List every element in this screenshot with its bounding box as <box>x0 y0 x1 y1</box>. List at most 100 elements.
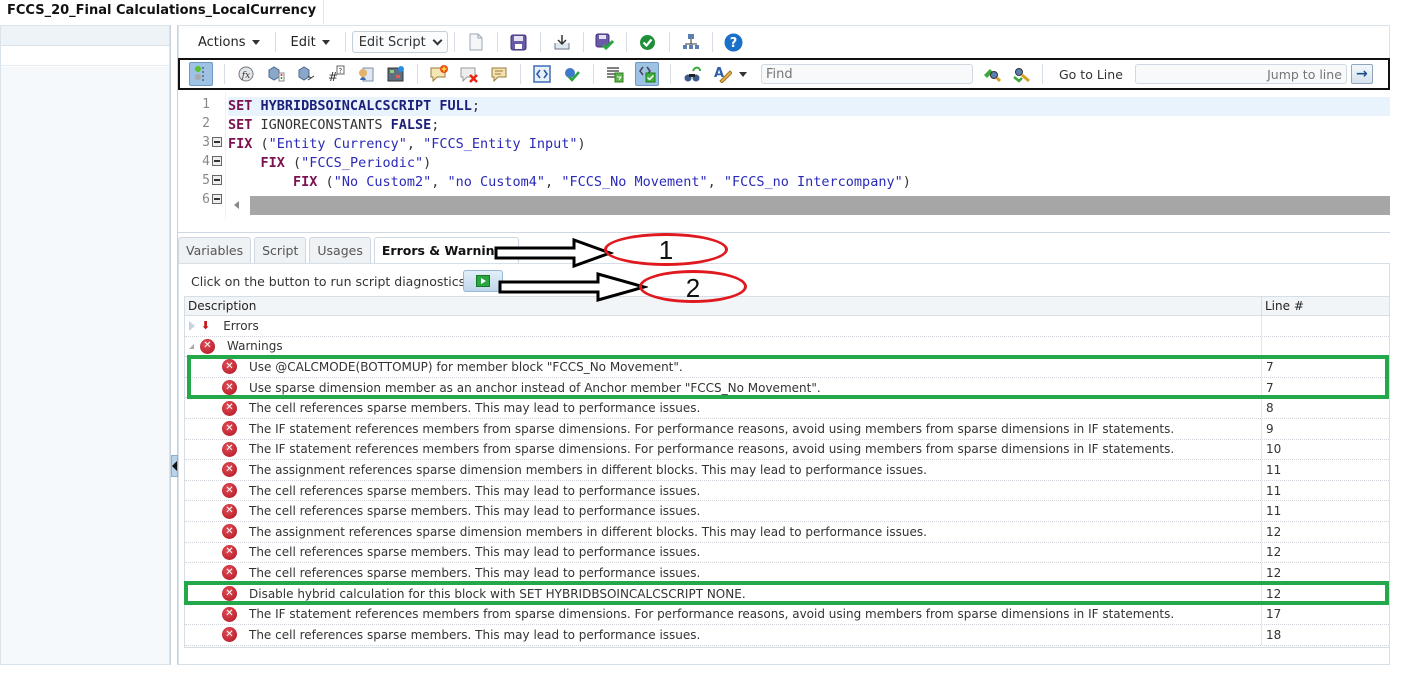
tab-script[interactable]: Script <box>254 237 307 263</box>
group-row-errors[interactable]: ⬇ Errors <box>185 316 1389 337</box>
run-diagnostics-button[interactable] <box>463 270 503 292</box>
warning-row[interactable]: ✕ The cell references sparse members. Thi… <box>185 501 1389 522</box>
string: "FCCS_Entity Input" <box>423 136 578 152</box>
warning-description: The IF statement references members from… <box>249 421 1175 436</box>
new-document-icon[interactable] <box>466 32 486 52</box>
help-icon[interactable]: ? <box>724 32 744 52</box>
download-icon[interactable] <box>552 32 572 52</box>
warning-description: The cell references sparse members. This… <box>249 504 701 519</box>
tab-usages[interactable]: Usages <box>309 237 371 263</box>
separator <box>224 64 225 84</box>
find-previous-icon[interactable] <box>1011 64 1031 84</box>
window-title-tab[interactable]: FCCS_20_Final Calculations_LocalCurrency <box>0 0 325 24</box>
warning-row[interactable]: ✕ The cell references sparse members. Thi… <box>185 480 1389 502</box>
warning-row[interactable]: ✕ The IF statement references members fro… <box>185 604 1389 625</box>
comment-icon[interactable] <box>489 64 509 84</box>
edit-script-select[interactable]: Edit Script <box>351 31 448 53</box>
warning-row[interactable]: ✕ The IF statement references members fro… <box>185 439 1389 461</box>
warning-row[interactable]: ✕ The assignment references sparse dimens… <box>185 460 1389 481</box>
fold-toggle-icon[interactable] <box>212 175 222 185</box>
fold-toggle-icon[interactable] <box>212 156 222 166</box>
save-validate-icon[interactable] <box>595 32 615 52</box>
warning-error-icon: ✕ <box>222 380 237 396</box>
validate-check-icon[interactable] <box>638 32 658 52</box>
go-to-line-label: Go to Line <box>1059 66 1123 82</box>
separator <box>496 32 498 52</box>
format-icon[interactable] <box>605 64 625 84</box>
warning-description: The assignment references sparse dimensi… <box>249 462 927 477</box>
line-number: 5 <box>202 173 210 188</box>
keyword: FIX <box>260 155 285 171</box>
warning-description: The IF statement references members from… <box>249 607 1175 622</box>
function-icon[interactable]: fx <box>236 64 256 84</box>
code-editor[interactable]: 1 2 3 4 5 6 SET HYBRIDBSOINCALCSCRIPT FU… <box>178 92 1390 219</box>
code-view-icon[interactable] <box>532 64 552 84</box>
member-selector-icon[interactable] <box>266 64 286 84</box>
collapse-icon[interactable] <box>189 343 194 349</box>
warning-description: Use @CALCMODE(BOTTOMUP) for member block… <box>249 359 683 374</box>
validate-syntax-icon[interactable] <box>562 64 582 84</box>
code-line-4[interactable]: FIX ("FCCS_Periodic") <box>228 154 1390 173</box>
column-header-line[interactable]: Line # <box>1262 297 1307 315</box>
hierarchy-icon[interactable] <box>681 32 701 52</box>
toggle-code-icon[interactable] <box>635 62 659 86</box>
find-input[interactable] <box>761 64 973 84</box>
save-icon[interactable] <box>509 32 529 52</box>
annotation-callout-1: 1 <box>604 233 728 266</box>
warning-line-number: 9 <box>1266 421 1274 436</box>
find-next-icon[interactable] <box>981 64 1001 84</box>
actions-menu[interactable]: Actions <box>189 35 269 50</box>
warning-row[interactable]: ✕ Use sparse dimension member as an ancho… <box>185 377 1389 399</box>
warning-row[interactable]: ✕ The cell references sparse members. Thi… <box>185 563 1389 584</box>
code-line-5[interactable]: FIX ("No Custom2", "no Custom4", "FCCS_N… <box>228 173 1390 192</box>
go-to-line-button[interactable]: → <box>1350 64 1373 84</box>
warning-row[interactable]: ✕ The cell references sparse members. Thi… <box>185 624 1389 646</box>
horizontal-scrollbar[interactable] <box>228 196 1390 215</box>
smart-list-icon[interactable] <box>356 64 376 84</box>
warning-rows: ✕ Use @CALCMODE(BOTTOMUP) for member bloc… <box>185 357 1389 646</box>
add-comment-icon[interactable] <box>429 64 449 84</box>
warning-row[interactable]: ✕ Use @CALCMODE(BOTTOMUP) for member bloc… <box>185 357 1389 378</box>
panel-splitter[interactable] <box>170 25 178 665</box>
remove-comment-icon[interactable] <box>459 64 479 84</box>
edit-menu[interactable]: Edit <box>282 35 339 50</box>
string: "FCCS_no Intercompany" <box>723 174 903 190</box>
separator <box>711 32 713 52</box>
expand-icon[interactable] <box>189 320 195 331</box>
errors-warnings-panel: Click on the button to run script diagno… <box>178 263 1390 665</box>
spell-check-icon[interactable]: A <box>712 64 732 84</box>
group-row-warnings[interactable]: ✕ Warnings <box>185 336 1389 358</box>
warning-row[interactable]: ✕ The cell references sparse members. Thi… <box>185 542 1389 564</box>
collapse-panel-button[interactable] <box>171 455 178 477</box>
svg-text:?: ? <box>730 36 738 51</box>
warning-line-number: 11 <box>1266 483 1282 498</box>
line-number: 2 <box>202 116 210 131</box>
template-icon[interactable] <box>386 64 406 84</box>
code-line-1[interactable]: SET HYBRIDBSOINCALCSCRIPT FULL; <box>228 97 1390 116</box>
caret-down-icon[interactable] <box>739 71 747 77</box>
variable-icon[interactable] <box>296 64 316 84</box>
group-label: Warnings <box>227 339 283 354</box>
annotation-arrow-1 <box>494 238 614 268</box>
line-numbers-icon[interactable] <box>189 62 213 86</box>
tab-variables[interactable]: Variables <box>178 237 252 263</box>
jump-to-line-input[interactable] <box>1134 64 1347 84</box>
arrow-right-icon: → <box>1356 66 1368 82</box>
numeric-template-icon[interactable]: #? <box>326 64 346 84</box>
find-replace-icon[interactable] <box>682 64 702 84</box>
fold-toggle-icon[interactable] <box>212 137 222 147</box>
left-panel-body <box>1 67 169 664</box>
separator <box>593 64 594 84</box>
keyword: FALSE <box>390 117 432 133</box>
edit-menu-label: Edit <box>290 34 316 50</box>
string: "FCCS_No Movement" <box>561 174 708 190</box>
warning-row[interactable]: ✕ The assignment references sparse dimens… <box>185 521 1389 543</box>
warning-row[interactable]: ✕ The cell references sparse members. Thi… <box>185 398 1389 419</box>
warning-row[interactable]: ✕ The IF statement references members fro… <box>185 418 1389 440</box>
code-line-2[interactable]: SET IGNORECONSTANTS FALSE; <box>228 116 1390 135</box>
code-line-3[interactable]: FIX ("Entity Currency", "FCCS_Entity Inp… <box>228 135 1390 154</box>
scroll-left-icon[interactable] <box>234 201 239 209</box>
fold-toggle-icon[interactable] <box>212 194 222 204</box>
scrollbar-thumb[interactable] <box>250 196 1390 215</box>
warning-row[interactable]: ✕ Disable hybrid calculation for this blo… <box>185 583 1389 605</box>
